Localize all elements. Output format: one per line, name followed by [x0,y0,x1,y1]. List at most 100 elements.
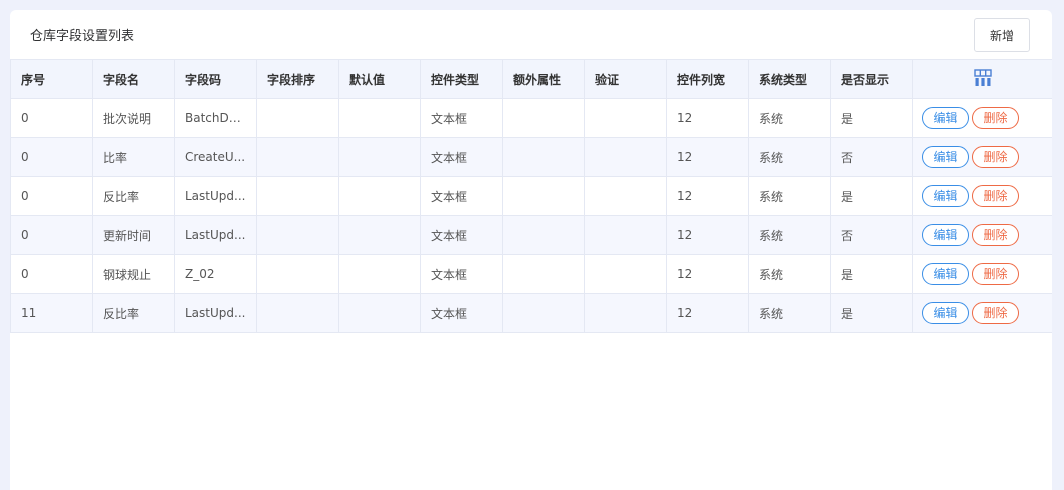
cell-extra-attr [502,176,585,216]
edit-button[interactable]: 编辑 [922,107,969,129]
column-header-control-width: 控件列宽 [666,59,749,99]
cell-field-sort [256,254,339,294]
cell-system-type: 系统 [748,176,831,216]
delete-button[interactable]: 删除 [972,185,1019,207]
table-row: 0 更新时间 LastUpd... 文本框 12 系统 否 编辑 删除 [10,215,1052,255]
cell-field-name: 更新时间 [92,215,175,255]
cell-validation [584,98,667,138]
column-header-seq: 序号 [10,59,93,99]
cell-default-value [338,137,421,177]
cell-default-value [338,98,421,138]
cell-system-type: 系统 [748,137,831,177]
column-header-validation: 验证 [584,59,667,99]
cell-field-code: LastUpd... [174,176,257,216]
delete-button[interactable]: 删除 [972,107,1019,129]
cell-seq: 0 [10,137,93,177]
delete-button[interactable]: 删除 [972,263,1019,285]
page-title: 仓库字段设置列表 [30,29,135,44]
delete-button[interactable]: 删除 [972,224,1019,246]
column-settings-header [912,59,1052,99]
table-row: 0 比率 CreateU... 文本框 12 系统 否 编辑 删除 [10,137,1052,177]
cell-control-width: 12 [666,137,749,177]
cell-field-name: 钢球规止 [92,254,175,294]
table-row: 0 钢球规止 Z_02 文本框 12 系统 是 编辑 删除 [10,254,1052,294]
cell-validation [584,215,667,255]
cell-field-code: BatchDesc [174,98,257,138]
cell-control-width: 12 [666,176,749,216]
cell-field-code: Z_02 [174,254,257,294]
cell-seq: 0 [10,215,93,255]
column-header-field-name: 字段名 [92,59,175,99]
cell-seq: 0 [10,176,93,216]
cell-field-sort [256,137,339,177]
cell-validation [584,254,667,294]
cell-validation [584,176,667,216]
cell-extra-attr [502,254,585,294]
cell-default-value [338,215,421,255]
cell-operations: 编辑 删除 [912,137,1052,177]
field-settings-card: 仓库字段设置列表 新增 序号 字段名 字段码 字段排序 默认值 控件类型 额外属… [10,10,1052,490]
cell-field-sort [256,293,339,333]
cell-field-sort [256,98,339,138]
cell-validation [584,137,667,177]
cell-validation [584,293,667,333]
cell-control-width: 12 [666,98,749,138]
edit-button[interactable]: 编辑 [922,302,969,324]
cell-control-width: 12 [666,293,749,333]
edit-button[interactable]: 编辑 [922,185,969,207]
cell-control-type: 文本框 [420,293,503,333]
cell-seq: 0 [10,254,93,294]
table-row: 11 反比率 LastUpd... 文本框 12 系统 是 编辑 删除 [10,293,1052,333]
cell-operations: 编辑 删除 [912,98,1052,138]
cell-control-type: 文本框 [420,254,503,294]
cell-system-type: 系统 [748,254,831,294]
cell-system-type: 系统 [748,293,831,333]
cell-default-value [338,254,421,294]
cell-field-name: 批次说明 [92,98,175,138]
cell-visible: 是 [830,254,913,294]
fields-table: 序号 字段名 字段码 字段排序 默认值 控件类型 额外属性 验证 控件列宽 系统… [10,59,1052,333]
column-header-control-type: 控件类型 [420,59,503,99]
cell-visible: 否 [830,137,913,177]
cell-visible: 否 [830,215,913,255]
table-header-row: 序号 字段名 字段码 字段排序 默认值 控件类型 额外属性 验证 控件列宽 系统… [10,59,1052,99]
table-row: 0 批次说明 BatchDesc 文本框 12 系统 是 编辑 删除 [10,98,1052,138]
column-header-field-sort: 字段排序 [256,59,339,99]
cell-seq: 0 [10,98,93,138]
cell-control-type: 文本框 [420,215,503,255]
cell-extra-attr [502,137,585,177]
cell-operations: 编辑 删除 [912,254,1052,294]
cell-visible: 是 [830,293,913,333]
cell-visible: 是 [830,176,913,216]
column-header-default-value: 默认值 [338,59,421,99]
table-row: 0 反比率 LastUpd... 文本框 12 系统 是 编辑 删除 [10,176,1052,216]
cell-field-code: LastUpd... [174,293,257,333]
delete-button[interactable]: 删除 [972,146,1019,168]
delete-button[interactable]: 删除 [972,302,1019,324]
add-button[interactable]: 新增 [974,18,1030,52]
cell-field-name: 比率 [92,137,175,177]
cell-operations: 编辑 删除 [912,215,1052,255]
cell-extra-attr [502,98,585,138]
cell-field-name: 反比率 [92,176,175,216]
cell-field-sort [256,176,339,216]
cell-field-code: CreateU... [174,137,257,177]
cell-operations: 编辑 删除 [912,176,1052,216]
column-header-extra-attr: 额外属性 [502,59,585,99]
cell-control-type: 文本框 [420,176,503,216]
cell-field-code: LastUpd... [174,215,257,255]
cell-extra-attr [502,215,585,255]
edit-button[interactable]: 编辑 [922,224,969,246]
cell-field-sort [256,215,339,255]
cell-default-value [338,293,421,333]
cell-system-type: 系统 [748,98,831,138]
column-header-visible: 是否显示 [830,59,913,99]
cell-default-value [338,176,421,216]
table-body: 0 批次说明 BatchDesc 文本框 12 系统 是 编辑 删除 0 比率 C… [10,98,1052,333]
cell-control-type: 文本框 [420,137,503,177]
cell-control-width: 12 [666,254,749,294]
cell-control-width: 12 [666,215,749,255]
edit-button[interactable]: 编辑 [922,263,969,285]
edit-button[interactable]: 编辑 [922,146,969,168]
grid-settings-icon[interactable] [973,68,992,90]
